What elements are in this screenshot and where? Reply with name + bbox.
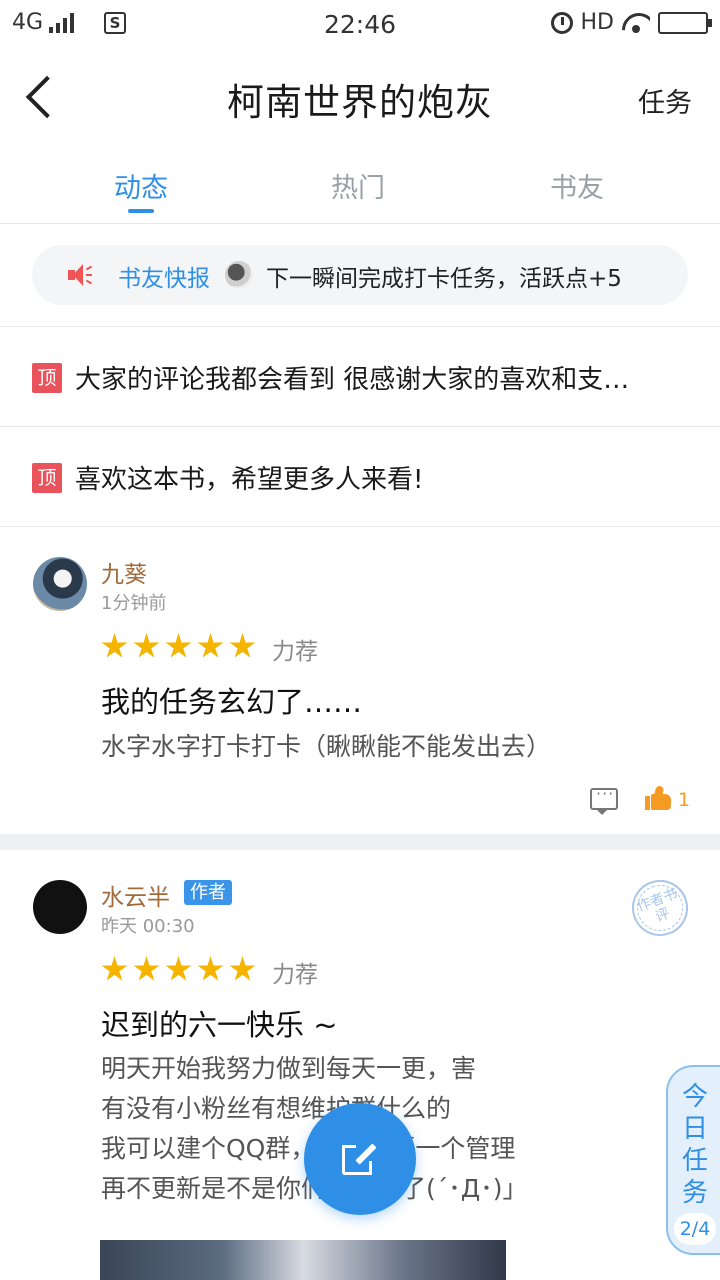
- pinned-post-1[interactable]: 顶 大家的评论我都会看到 很感谢大家的喜欢和支…: [0, 327, 720, 427]
- section-separator: [0, 834, 720, 850]
- notice-avatar: [225, 261, 253, 289]
- star-icon: [197, 633, 224, 658]
- tab-feed[interactable]: 动态: [61, 166, 221, 205]
- notice-bar[interactable]: 书友快报 下一瞬间完成打卡任务，活跃点+5: [32, 245, 688, 305]
- pinned-text: 大家的评论我都会看到 很感谢大家的喜欢和支…: [75, 365, 630, 395]
- star-icon: [133, 633, 160, 658]
- username[interactable]: 水云半: [101, 878, 170, 912]
- post-time: 昨天 00:30: [101, 916, 195, 937]
- post-title: 我的任务玄幻了……: [101, 685, 363, 719]
- title-bar: 柯南世界的炮灰 任务: [0, 50, 720, 145]
- avatar[interactable]: [33, 880, 87, 934]
- notice-text: 下一瞬间完成打卡任务，活跃点+5: [266, 266, 622, 292]
- pinned-text: 喜欢这本书，希望更多人来看!: [75, 465, 424, 495]
- star-icon: [165, 956, 192, 981]
- author-badge: 作者: [184, 880, 232, 905]
- star-icon: [101, 956, 128, 981]
- star-icon: [229, 956, 256, 981]
- tab-bar: 动态 热门 书友: [0, 150, 720, 224]
- wifi-icon: [622, 13, 650, 33]
- post-time: 1分钟前: [101, 593, 167, 614]
- battery-icon: [658, 11, 712, 34]
- post-body: 水字水字打卡打卡（瞅瞅能不能发出去）: [101, 727, 551, 767]
- daily-task-tab[interactable]: 今日任务 2/4: [666, 1065, 720, 1255]
- rating-label: 力荐: [272, 962, 318, 988]
- status-right: HD: [550, 10, 712, 35]
- post-card[interactable]: 九葵 1分钟前 力荐 我的任务玄幻了…… 水字水字打卡打卡（瞅瞅能不能发出去） …: [0, 527, 720, 834]
- post-body-line: 水字水字打卡打卡（瞅瞅能不能发出去）: [101, 732, 552, 761]
- rating-stars: [101, 633, 256, 660]
- post-image[interactable]: [100, 1240, 506, 1280]
- like-icon[interactable]: [645, 785, 671, 810]
- rating-label: 力荐: [272, 639, 318, 665]
- avatar[interactable]: [33, 557, 87, 611]
- pinned-post-2[interactable]: 顶 喜欢这本书，希望更多人来看!: [0, 427, 720, 527]
- post-title: 迟到的六一快乐 ~: [101, 1008, 338, 1042]
- star-icon: [101, 633, 128, 658]
- active-tab-indicator: [128, 209, 154, 213]
- like-count: 1: [678, 789, 691, 811]
- tab-hot[interactable]: 热门: [278, 166, 438, 205]
- star-icon: [133, 956, 160, 981]
- daily-task-label: 今日任务: [681, 1082, 708, 1208]
- rating-stars: [101, 956, 256, 983]
- star-icon: [229, 633, 256, 658]
- daily-task-progress: 2/4: [674, 1213, 716, 1245]
- tab-friends[interactable]: 书友: [497, 166, 657, 205]
- post-body-line: 有没有小粉丝有想维护群什么的: [101, 1094, 452, 1123]
- pinned-badge: 顶: [32, 363, 62, 393]
- speaker-icon: [68, 263, 94, 287]
- page-title: 柯南世界的炮灰: [227, 81, 493, 124]
- status-bar: 4G S 22:46 HD: [0, 0, 720, 50]
- post-body-line: 明天开始我努力做到每天一更，害: [101, 1054, 477, 1083]
- pinned-badge: 顶: [32, 463, 62, 493]
- post-card[interactable]: 水云半 作者 昨天 00:30 力荐 迟到的六一快乐 ~ 明天开始我努力做到每天…: [0, 850, 720, 1280]
- hd-indicator: HD: [580, 10, 614, 35]
- write-post-button[interactable]: [304, 1103, 416, 1215]
- task-button[interactable]: 任务: [638, 81, 692, 120]
- star-icon: [197, 956, 224, 981]
- edit-icon: [340, 1139, 380, 1179]
- star-icon: [165, 633, 192, 658]
- alarm-icon: [550, 11, 573, 34]
- comment-icon[interactable]: [590, 784, 618, 815]
- notice-label: 书友快报: [118, 266, 210, 292]
- username[interactable]: 九葵: [101, 555, 147, 589]
